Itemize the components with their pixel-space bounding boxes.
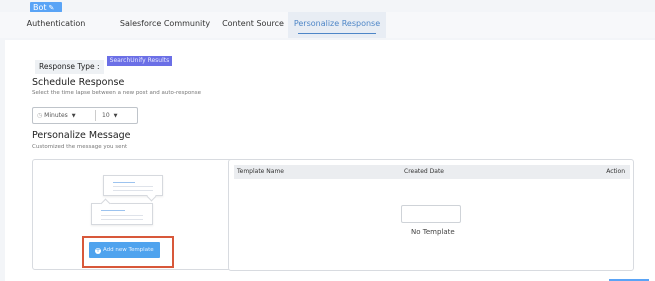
response-type-label: Response Type : — [35, 60, 104, 74]
tab-personalize-response[interactable]: Personalize Response — [288, 12, 386, 38]
column-created-date: Created Date — [404, 168, 444, 175]
response-type-badge: SearchUnify Results — [106, 56, 173, 66]
personalize-title: Personalize Message — [32, 130, 131, 141]
column-template-name: Template Name — [237, 168, 284, 175]
personalize-description: Customized the message you sent — [32, 144, 128, 150]
chat-bubble-icon — [103, 175, 163, 202]
bot-label: Bot — [33, 3, 47, 12]
empty-state-icon — [401, 205, 461, 223]
unit-select[interactable]: ◷ Minutes ▼ — [37, 108, 76, 123]
tab-bar: Authentication Salesforce Community Cont… — [0, 12, 655, 38]
clock-icon: ◷ — [37, 112, 43, 119]
chevron-down-icon: ▼ — [71, 113, 76, 119]
tab-authentication[interactable]: Authentication — [0, 12, 112, 38]
pencil-icon[interactable]: ✎ — [49, 4, 55, 12]
template-table: Template Name Created Date Action No Tem… — [228, 159, 634, 271]
schedule-selector: ◷ Minutes ▼ 10 ▼ — [32, 107, 138, 124]
empty-state-text: No Template — [411, 228, 455, 236]
table-header: Template Name Created Date Action — [234, 165, 630, 179]
column-action: Action — [606, 168, 625, 175]
highlight-box — [82, 236, 174, 268]
schedule-title: Schedule Response — [32, 77, 125, 88]
select-divider — [95, 110, 96, 121]
chat-bubble-icon — [91, 198, 153, 225]
response-type: Response Type : SearchUnify Results — [35, 54, 173, 74]
tab-salesforce-community[interactable]: Salesforce Community — [112, 12, 218, 38]
amount-select[interactable]: 10 ▼ — [102, 108, 118, 123]
tab-content-source[interactable]: Content Source — [218, 12, 288, 38]
chevron-down-icon: ▼ — [113, 113, 118, 119]
schedule-description: Select the time lapse between a new post… — [32, 90, 201, 96]
